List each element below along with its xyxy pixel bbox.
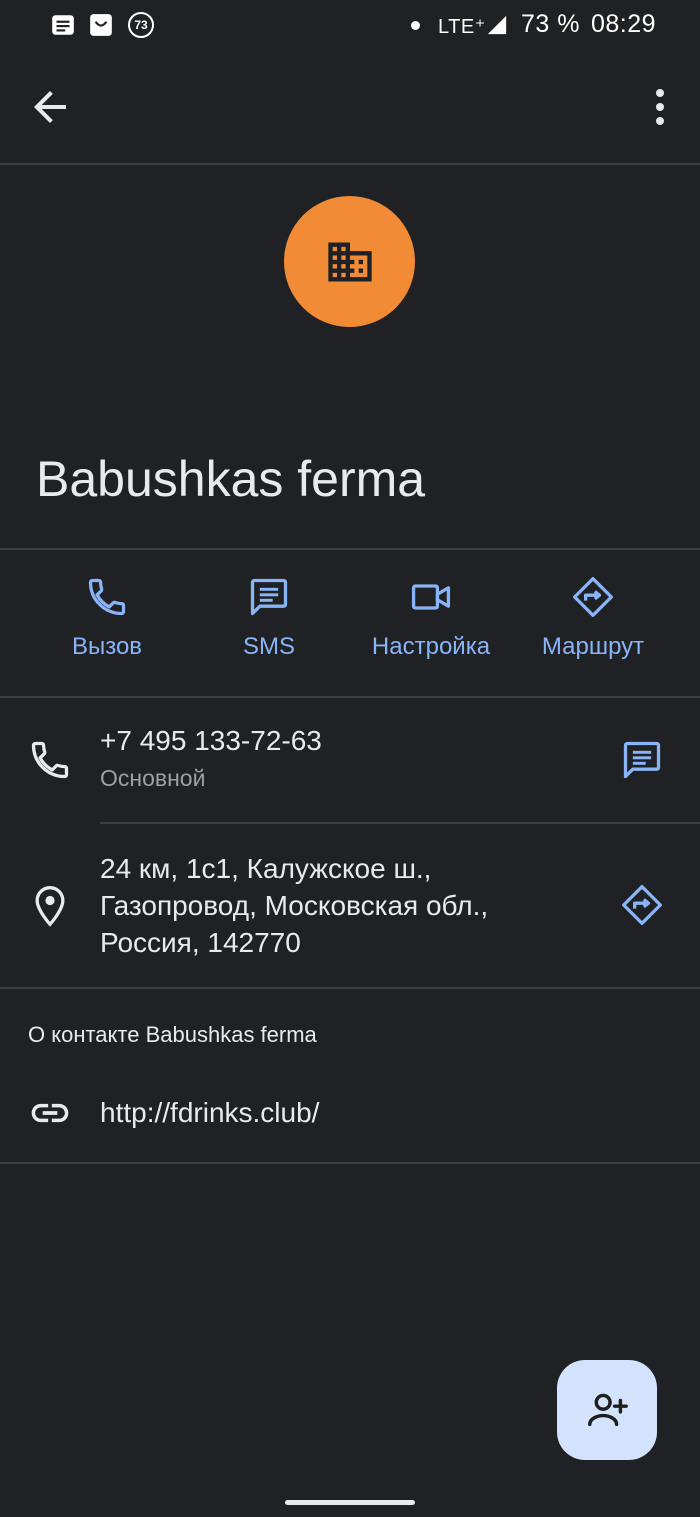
address-line-2: Газопровод, Московская обл., [100, 890, 489, 921]
navigate-address-icon[interactable] [620, 883, 664, 927]
sms-action-button[interactable]: SMS [179, 575, 359, 675]
gesture-navigation-handle[interactable] [285, 1500, 415, 1505]
status-bar: 73 LTE⁺ 73 % 08:29 [0, 0, 700, 52]
directions-icon [573, 577, 613, 617]
name-divider [0, 548, 700, 550]
call-action-label: Вызов [71, 633, 143, 660]
notification-count: 73 [134, 18, 148, 32]
address-item[interactable]: 24 км, 1с1, Калужское ш., Газопровод, Мо… [100, 850, 488, 961]
back-arrow-icon[interactable] [26, 83, 74, 131]
contact-avatar [284, 196, 415, 327]
phone-number-item[interactable]: +7 495 133-72-63 Основной [100, 722, 322, 792]
video-action-label: Настройка [371, 633, 491, 660]
phone-type: Основной [100, 765, 206, 791]
network-type: LTE⁺ [438, 16, 486, 38]
appbar-divider [0, 163, 700, 165]
shopping-bag-icon [90, 14, 112, 36]
actions-divider [0, 696, 700, 698]
link-icon [31, 1103, 69, 1123]
location-pin-icon [35, 886, 65, 927]
phone-row-icon [31, 741, 69, 779]
address-line-1: 24 км, 1с1, Калужское ш., [100, 853, 432, 884]
message-icon [250, 578, 288, 616]
clock: 08:29 [591, 10, 657, 38]
person-add-icon [588, 1393, 628, 1427]
send-message-icon[interactable] [620, 738, 664, 782]
address-line-3: Россия, 142770 [100, 927, 301, 958]
business-icon [327, 242, 372, 281]
add-contact-button[interactable] [557, 1360, 657, 1460]
news-icon [52, 15, 74, 35]
address-divider [0, 987, 700, 989]
about-divider [0, 1162, 700, 1164]
signal-icon [487, 15, 507, 35]
battery-level: 73 % [521, 10, 580, 38]
about-section-title: О контакте Babushkas ferma [28, 1022, 317, 1047]
website-link[interactable]: http://fdrinks.club/ [100, 1094, 319, 1131]
call-action-button[interactable]: Вызов [17, 575, 197, 675]
notification-dot [411, 21, 420, 30]
contact-name: Babushkas ferma [36, 451, 426, 507]
video-icon [411, 584, 451, 610]
phone-number: +7 495 133-72-63 [100, 725, 322, 756]
video-action-button[interactable]: Настройка [341, 575, 521, 675]
sms-action-label: SMS [242, 633, 295, 660]
more-options-icon[interactable] [636, 83, 684, 131]
phone-address-divider [100, 822, 700, 824]
phone-icon [88, 578, 126, 616]
directions-action-label: Маршрут [541, 633, 645, 660]
notification-count-badge: 73 [128, 12, 154, 38]
directions-action-button[interactable]: Маршрут [503, 575, 683, 675]
